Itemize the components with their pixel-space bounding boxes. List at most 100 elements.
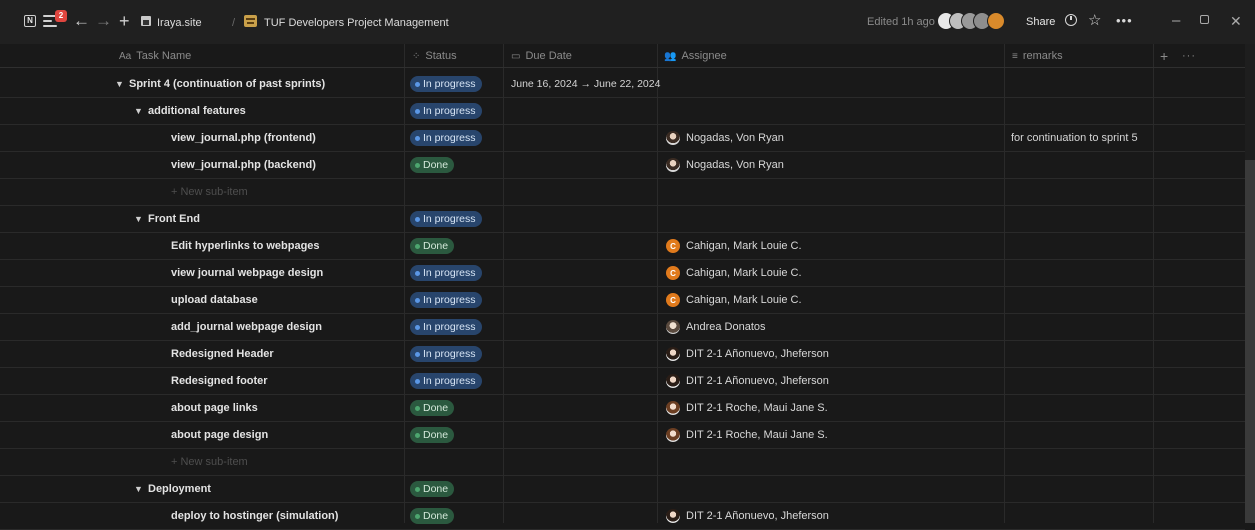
remarks-cell[interactable] — [1011, 476, 1161, 502]
remarks-cell[interactable] — [1011, 422, 1161, 448]
assignee-cell[interactable]: DIT 2-1 Añonuevo, Jheferson — [666, 341, 1004, 367]
add-property-button[interactable]: + — [1160, 44, 1168, 68]
column-header-remarks[interactable]: ≡ remarks — [1012, 44, 1063, 68]
status-cell[interactable]: Done — [410, 503, 504, 529]
due-date-cell[interactable] — [511, 206, 661, 232]
due-date-cell[interactable] — [511, 98, 661, 124]
maximize-icon[interactable] — [1200, 15, 1209, 24]
column-header-status[interactable]: ⁘ Status — [412, 44, 457, 68]
more-options-icon[interactable]: ••• — [1116, 12, 1133, 30]
table-row[interactable]: Redesigned footer In progress DIT 2-1 Añon… — [0, 368, 1245, 395]
table-row[interactable]: ▼ Sprint 4 (continuation of past sprints)… — [0, 71, 1245, 98]
assignee-cell[interactable]: DIT 2-1 Roche, Maui Jane S. — [666, 395, 1004, 421]
notion-app-icon[interactable]: N — [24, 15, 36, 27]
remarks-cell[interactable] — [1011, 260, 1161, 286]
remarks-cell[interactable]: for continuation to sprint 5 — [1011, 125, 1161, 151]
remarks-cell[interactable] — [1011, 341, 1161, 367]
due-date-cell[interactable] — [511, 260, 661, 286]
due-date-cell[interactable] — [511, 179, 661, 205]
due-date-cell[interactable] — [511, 287, 661, 313]
column-header-assignee[interactable]: 👥 Assignee — [664, 44, 727, 68]
status-cell[interactable]: Done — [410, 476, 504, 502]
table-row[interactable]: + New sub-item — [0, 179, 1245, 206]
expand-toggle-icon[interactable]: ▼ — [115, 79, 129, 89]
assignee-cell[interactable] — [666, 476, 1004, 502]
due-date-cell[interactable] — [511, 422, 661, 448]
column-header-due-date[interactable]: ▭ Due Date — [511, 44, 572, 68]
table-row[interactable]: about page links Done DIT 2-1 Roche, Maui … — [0, 395, 1245, 422]
assignee-cell[interactable] — [666, 98, 1004, 124]
status-cell[interactable]: In progress — [410, 206, 504, 232]
back-arrow-icon[interactable]: ← — [73, 11, 90, 31]
due-date-cell[interactable] — [511, 152, 661, 178]
table-row[interactable]: ▼ Deployment Done — [0, 476, 1245, 503]
minimize-icon[interactable]: – — [1172, 12, 1180, 30]
due-date-cell[interactable] — [511, 314, 661, 340]
column-header-task-name[interactable]: Aa Task Name — [119, 44, 191, 68]
table-row[interactable]: ▼ Front End In progress — [0, 206, 1245, 233]
remarks-cell[interactable] — [1011, 314, 1161, 340]
table-row[interactable]: Edit hyperlinks to webpages Done C Cahigan,… — [0, 233, 1245, 260]
expand-toggle-icon[interactable]: ▼ — [134, 214, 148, 224]
expand-toggle-icon[interactable]: ▼ — [134, 484, 148, 494]
assignee-cell[interactable]: C Cahigan, Mark Louie C. — [666, 260, 1004, 286]
due-date-cell[interactable] — [511, 125, 661, 151]
assignee-cell[interactable]: C Cahigan, Mark Louie C. — [666, 233, 1004, 259]
expand-toggle-icon[interactable]: ▼ — [134, 106, 148, 116]
new-page-icon[interactable]: + — [119, 11, 130, 31]
remarks-cell[interactable] — [1011, 368, 1161, 394]
remarks-cell[interactable] — [1011, 152, 1161, 178]
table-row[interactable]: view_journal.php (backend) Done Nogadas, V… — [0, 152, 1245, 179]
due-date-cell[interactable] — [511, 368, 661, 394]
due-date-cell[interactable]: June 16, 2024 → June 22, 2024 — [511, 71, 661, 97]
status-cell[interactable]: Done — [410, 395, 504, 421]
status-cell[interactable]: In progress — [410, 341, 504, 367]
status-cell[interactable]: Done — [410, 233, 504, 259]
table-row[interactable]: Redesigned Header In progress DIT 2-1 Añon… — [0, 341, 1245, 368]
assignee-cell[interactable] — [666, 179, 1004, 205]
assignee-cell[interactable]: DIT 2-1 Añonuevo, Jheferson — [666, 368, 1004, 394]
remarks-cell[interactable] — [1011, 395, 1161, 421]
table-row[interactable]: view_journal.php (frontend) In progress No… — [0, 125, 1245, 152]
table-row[interactable]: add_journal webpage design In progress And… — [0, 314, 1245, 341]
due-date-cell[interactable] — [511, 449, 661, 475]
status-cell[interactable] — [410, 449, 504, 475]
table-row[interactable]: upload database In progress C Cahigan, Mark… — [0, 287, 1245, 314]
assignee-cell[interactable]: DIT 2-1 Añonuevo, Jheferson — [666, 503, 1004, 529]
status-cell[interactable]: In progress — [410, 71, 504, 97]
collaborator-avatars[interactable] — [937, 12, 1017, 32]
remarks-cell[interactable] — [1011, 449, 1161, 475]
assignee-cell[interactable] — [666, 71, 1004, 97]
task-name-cell[interactable]: ▼ additional features — [105, 98, 434, 124]
table-row[interactable]: about page design Done DIT 2-1 Roche, Maui… — [0, 422, 1245, 449]
due-date-cell[interactable] — [511, 395, 661, 421]
status-cell[interactable]: In progress — [410, 125, 504, 151]
assignee-cell[interactable]: Nogadas, Von Ryan — [666, 125, 1004, 151]
remarks-cell[interactable] — [1011, 206, 1161, 232]
remarks-cell[interactable] — [1011, 179, 1161, 205]
task-name-cell[interactable]: ▼ Sprint 4 (continuation of past sprints) — [105, 71, 415, 97]
assignee-cell[interactable] — [666, 449, 1004, 475]
table-row[interactable]: + New sub-item — [0, 449, 1245, 476]
close-icon[interactable]: ✕ — [1230, 12, 1242, 30]
table-row[interactable]: view journal webpage design In progress C C… — [0, 260, 1245, 287]
status-cell[interactable]: In progress — [410, 314, 504, 340]
assignee-cell[interactable]: DIT 2-1 Roche, Maui Jane S. — [666, 422, 1004, 448]
remarks-cell[interactable] — [1011, 503, 1161, 529]
status-cell[interactable]: In progress — [410, 98, 504, 124]
share-button[interactable]: Share — [1026, 16, 1055, 28]
due-date-cell[interactable] — [511, 476, 661, 502]
status-cell[interactable]: In progress — [410, 260, 504, 286]
star-icon[interactable]: ☆ — [1088, 12, 1101, 30]
due-date-cell[interactable] — [511, 233, 661, 259]
assignee-cell[interactable]: Andrea Donatos — [666, 314, 1004, 340]
status-cell[interactable]: In progress — [410, 368, 504, 394]
task-name-cell[interactable]: ▼ Front End — [105, 206, 434, 232]
clock-icon[interactable] — [1065, 14, 1077, 26]
assignee-cell[interactable]: Nogadas, Von Ryan — [666, 152, 1004, 178]
due-date-cell[interactable] — [511, 503, 661, 529]
breadcrumb-page-title[interactable]: TUF Developers Project Management — [264, 15, 449, 31]
due-date-cell[interactable] — [511, 341, 661, 367]
remarks-cell[interactable] — [1011, 287, 1161, 313]
table-row[interactable]: ▼ additional features In progress — [0, 98, 1245, 125]
